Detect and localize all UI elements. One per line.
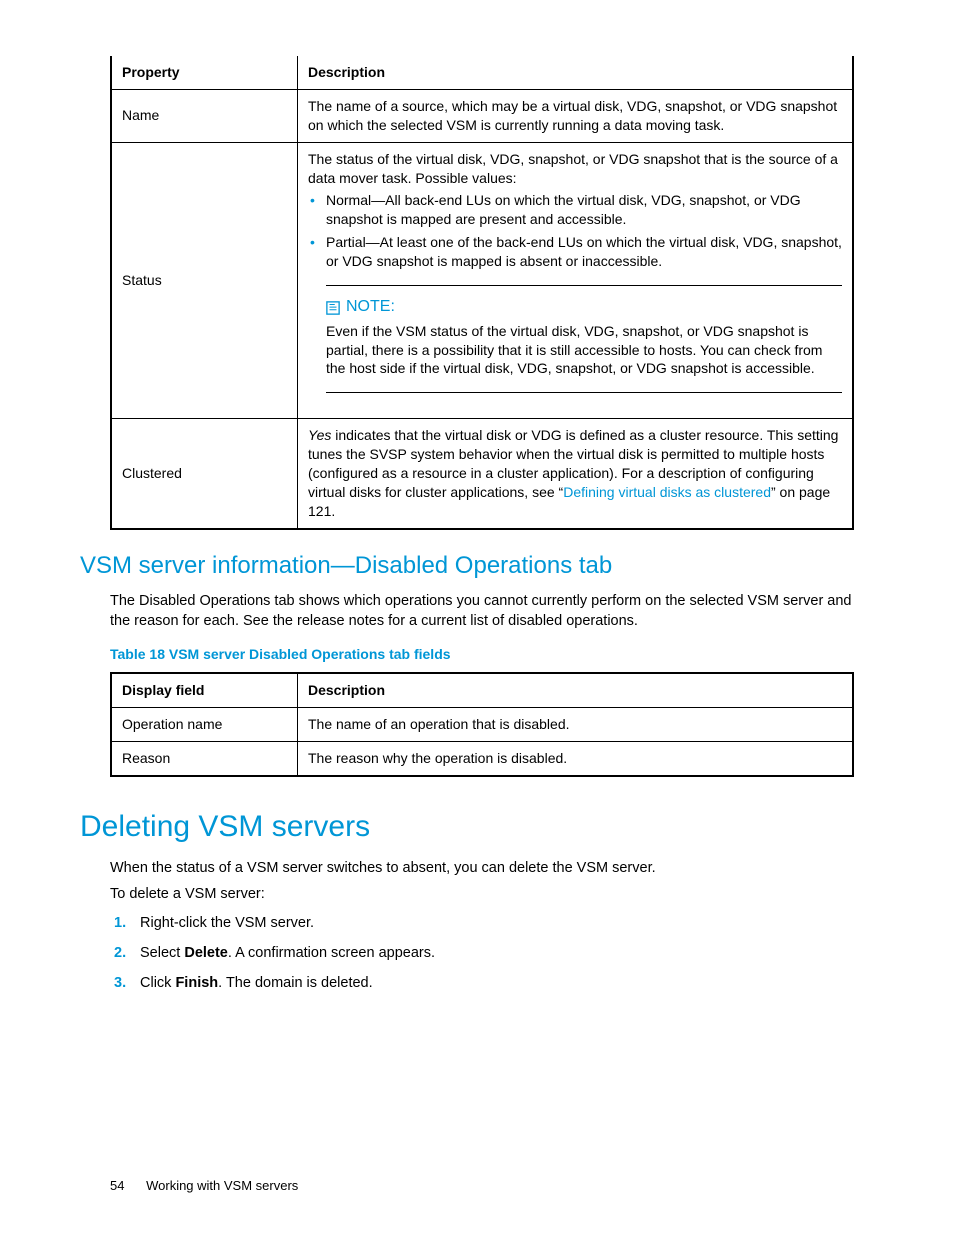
list-item: Right-click the VSM server. bbox=[110, 914, 854, 934]
list-item: Select Delete. A confirmation screen app… bbox=[110, 944, 854, 964]
cell: The reason why the operation is disabled… bbox=[298, 741, 854, 775]
delete-intro: When the status of a VSM server switches… bbox=[110, 859, 854, 879]
status-bullets: Normal—All back-end LUs on which the vir… bbox=[308, 191, 842, 271]
page-footer: 54 Working with VSM servers bbox=[110, 1177, 298, 1195]
th-display-field: Display field bbox=[111, 673, 298, 707]
step-text: . A confirmation screen appears. bbox=[228, 945, 435, 961]
table-row: Reason The reason why the operation is d… bbox=[111, 741, 853, 775]
page-number: 54 bbox=[110, 1178, 124, 1193]
cell-prop: Name bbox=[111, 89, 298, 142]
clustered-link[interactable]: Defining virtual disks as clustered bbox=[563, 484, 771, 500]
cell-desc: Yes indicates that the virtual disk or V… bbox=[298, 419, 854, 529]
cell-desc: The name of a source, which may be a vir… bbox=[298, 89, 854, 142]
cell: Operation name bbox=[111, 708, 298, 742]
table-row: Clustered Yes indicates that the virtual… bbox=[111, 419, 853, 529]
step-text: Click bbox=[140, 975, 175, 991]
heading-disabled-ops: VSM server information—Disabled Operatio… bbox=[80, 550, 854, 582]
cell-prop: Clustered bbox=[111, 419, 298, 529]
th-description: Description bbox=[298, 56, 854, 89]
footer-title: Working with VSM servers bbox=[146, 1178, 298, 1193]
list-item: Partial—At least one of the back-end LUs… bbox=[308, 233, 842, 271]
heading-deleting-vsm: Deleting VSM servers bbox=[80, 807, 854, 848]
table-row: Name The name of a source, which may be … bbox=[111, 89, 853, 142]
cell: The name of an operation that is disable… bbox=[298, 708, 854, 742]
cell: Reason bbox=[111, 741, 298, 775]
cell-prop: Status bbox=[111, 142, 298, 419]
clustered-yes: Yes bbox=[308, 427, 331, 443]
step-bold: Finish bbox=[175, 975, 218, 991]
table-18-title: Table 18 VSM server Disabled Operations … bbox=[110, 645, 854, 664]
list-item: Click Finish. The domain is deleted. bbox=[110, 974, 854, 994]
status-intro: The status of the virtual disk, VDG, sna… bbox=[308, 150, 842, 188]
note-heading: NOTE: bbox=[326, 296, 842, 318]
cell-desc: The status of the virtual disk, VDG, sna… bbox=[298, 142, 854, 419]
note-icon bbox=[326, 300, 340, 314]
disabled-ops-table: Display field Description Operation name… bbox=[110, 672, 854, 777]
divider bbox=[326, 285, 842, 286]
list-item: Normal—All back-end LUs on which the vir… bbox=[308, 191, 842, 229]
step-text: Select bbox=[140, 945, 184, 961]
note-body: Even if the VSM status of the virtual di… bbox=[326, 322, 842, 379]
th-description: Description bbox=[298, 673, 854, 707]
disabled-ops-paragraph: The Disabled Operations tab shows which … bbox=[110, 592, 854, 631]
divider bbox=[326, 392, 842, 393]
step-bold: Delete bbox=[184, 945, 228, 961]
delete-steps: Right-click the VSM server. Select Delet… bbox=[110, 914, 854, 993]
table-row: Operation name The name of an operation … bbox=[111, 708, 853, 742]
th-property: Property bbox=[111, 56, 298, 89]
property-table-1: Property Description Name The name of a … bbox=[110, 56, 854, 530]
delete-lead: To delete a VSM server: bbox=[110, 885, 854, 905]
step-text: . The domain is deleted. bbox=[218, 975, 373, 991]
note-label: NOTE: bbox=[346, 296, 395, 318]
table-row: Status The status of the virtual disk, V… bbox=[111, 142, 853, 419]
